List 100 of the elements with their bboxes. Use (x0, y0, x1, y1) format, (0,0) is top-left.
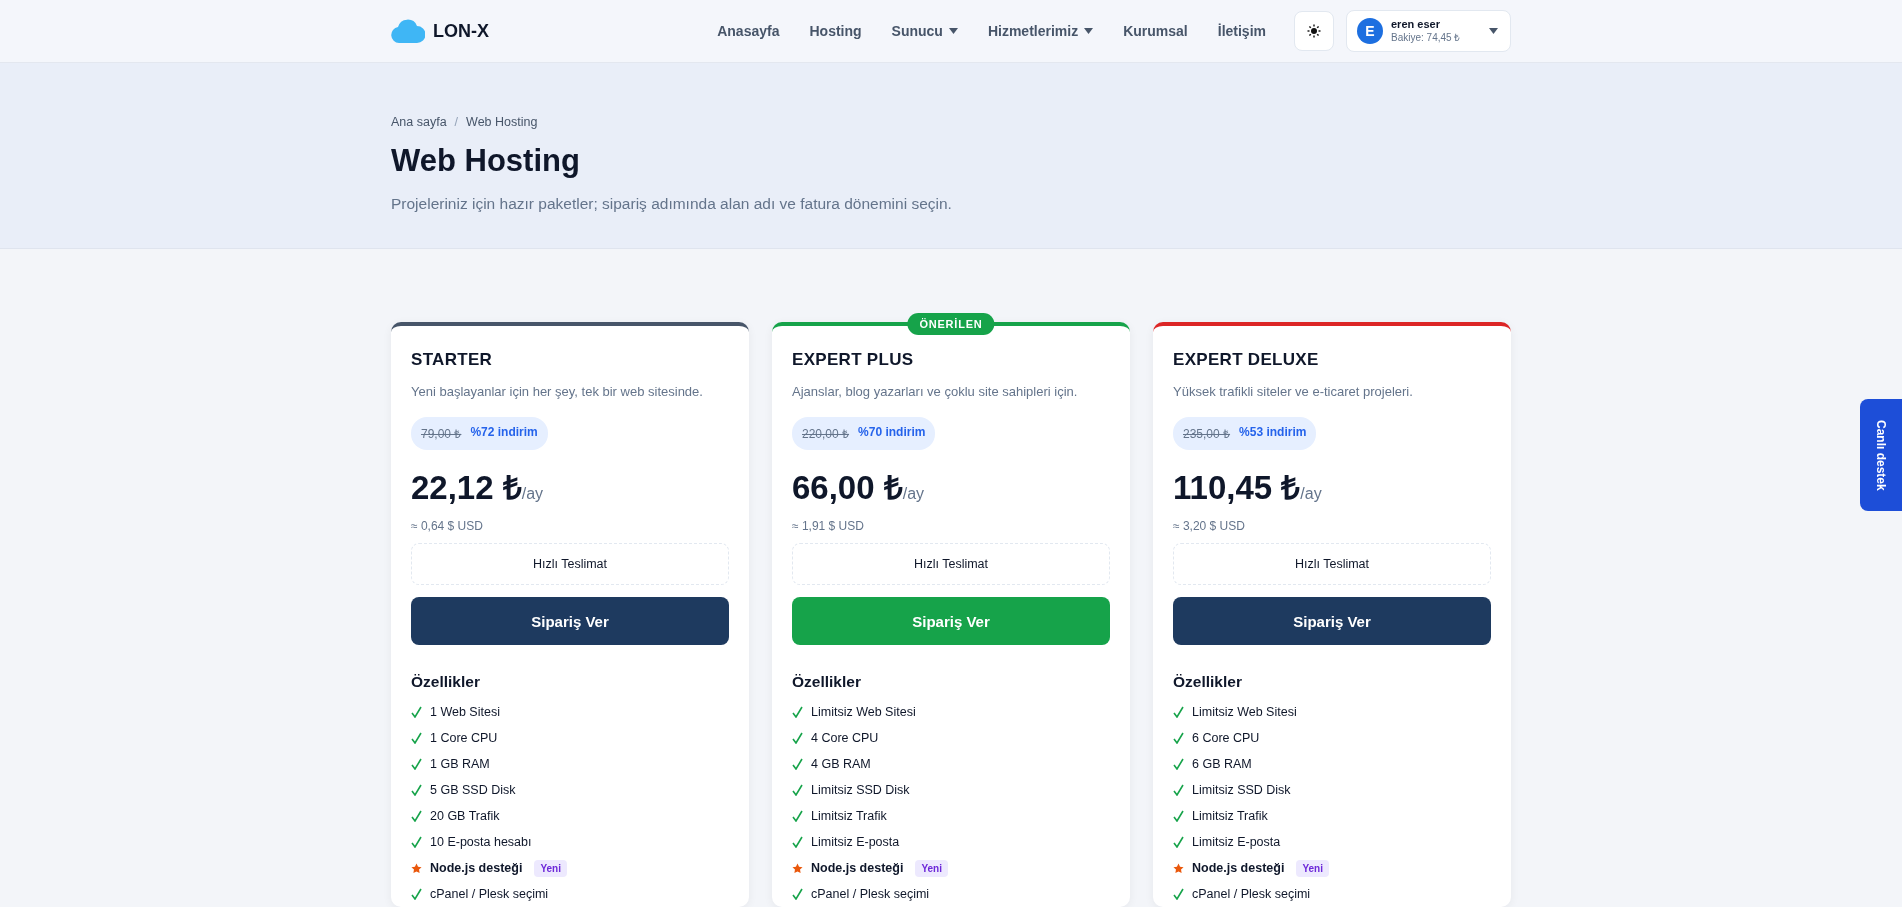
check-icon (792, 732, 803, 744)
check-icon (411, 810, 422, 822)
check-icon (792, 888, 803, 900)
feature-text: Limitsiz E-posta (1192, 835, 1281, 849)
caret-icon (1489, 28, 1498, 34)
feature-text: cPanel / Plesk seçimi (430, 887, 549, 901)
feature-text: Limitsiz Web Sitesi (1192, 705, 1297, 719)
logo-text: LON-X (433, 20, 489, 42)
feature-text: 10 E-posta hesabı (430, 835, 532, 849)
price-period: /ay (902, 485, 925, 503)
check-icon (1173, 888, 1184, 900)
caret-icon (948, 28, 958, 34)
plan-description: Yüksek trafikli siteler ve e-ticaret projeleri. (1173, 384, 1414, 399)
feature-text: 1 Core CPU (430, 731, 498, 745)
star-icon (411, 862, 422, 874)
feature-text: Limitsiz SSD Disk (811, 783, 910, 797)
feature-text: 1 GB RAM (430, 757, 490, 771)
plan-price: 66,00 ₺ (792, 468, 903, 508)
features-title: Özellikler (1173, 673, 1243, 691)
feature-text: Node.js desteği (811, 861, 904, 875)
live-support-tab[interactable]: Canlı destek (1860, 399, 1902, 511)
theme-toggle-button[interactable] (1294, 11, 1334, 51)
delivery-label: Hızlı Teslimat (792, 543, 1110, 585)
nav-link[interactable]: Hizmetlerimiz (987, 23, 1094, 39)
usd-price: ≈ 0,64 $ USD (411, 519, 484, 533)
feature-text: 1 Web Sitesi (430, 705, 500, 719)
old-price: 235,00 ₺ (1183, 426, 1231, 442)
old-price: 79,00 ₺ (421, 426, 462, 442)
check-icon (411, 888, 422, 900)
breadcrumb-current: Web Hosting (466, 115, 538, 129)
user-avatar: E (1357, 18, 1383, 44)
check-icon (1173, 836, 1184, 848)
page-title: Web Hosting (391, 143, 581, 179)
price-period: /ay (1300, 485, 1322, 503)
plan-price: 22,12 ₺ (411, 468, 522, 508)
feature-text: 4 Core CPU (811, 731, 879, 745)
user-name: eren eser (1391, 18, 1441, 30)
plan-description: Yeni başlayanlar için her şey, tek bir web sitesinde. (411, 384, 704, 399)
plan-price: 110,45 ₺ (1173, 468, 1301, 508)
check-icon (1173, 732, 1184, 744)
user-balance: Bakiye: 74,45 ₺ (1391, 31, 1462, 44)
feature-text: 6 Core CPU (1192, 731, 1260, 745)
check-icon (1173, 810, 1184, 822)
features-title: Özellikler (792, 673, 862, 691)
feature-text: cPanel / Plesk seçimi (811, 887, 930, 901)
plan-name: EXPERT PLUS (792, 350, 915, 370)
new-badge: Yeni (915, 859, 948, 877)
caret-icon (1084, 28, 1094, 34)
discount-text: %72 indirim (470, 425, 538, 441)
plan-description: Ajanslar, blog yazarları ve çoklu site sahipleri için. (792, 384, 1079, 399)
feature-text: Limitsiz E-posta (811, 835, 900, 849)
usd-price: ≈ 1,91 $ USD (792, 519, 865, 533)
delivery-label: Hızlı Teslimat (1173, 543, 1491, 585)
check-icon (792, 706, 803, 718)
order-button[interactable]: Sipariş Ver (411, 597, 729, 645)
check-icon (792, 758, 803, 770)
feature-text: 20 GB Trafik (430, 809, 500, 823)
new-badge: Yeni (1296, 859, 1329, 877)
features-title: Özellikler (411, 673, 481, 691)
nav-link[interactable]: Hosting (809, 23, 862, 39)
feature-text: Node.js desteği (1192, 861, 1285, 875)
breadcrumb-link[interactable]: Ana sayfa (391, 115, 447, 129)
check-icon (1173, 706, 1184, 718)
feature-text: 6 GB RAM (1192, 757, 1252, 771)
feature-text: cPanel / Plesk seçimi (1192, 887, 1311, 901)
usd-price: ≈ 3,20 $ USD (1173, 519, 1246, 533)
feature-text: 5 GB SSD Disk (430, 783, 516, 797)
plan-name: STARTER (411, 350, 494, 370)
price-period: /ay (521, 485, 544, 503)
nav-link[interactable]: Kurumsal (1123, 23, 1188, 39)
check-icon (411, 758, 422, 770)
star-icon (1173, 862, 1184, 874)
cloud-icon (391, 19, 425, 43)
plan-name: EXPERT DELUXE (1173, 350, 1320, 370)
nav-link[interactable]: Sunucu (891, 23, 958, 39)
user-menu[interactable]: E eren eser Bakiye: 74,45 ₺ (1346, 10, 1511, 52)
old-price: 220,00 ₺ (802, 426, 850, 442)
check-icon (1173, 784, 1184, 796)
feature-text: Limitsiz SSD Disk (1192, 783, 1291, 797)
check-icon (411, 732, 422, 744)
check-icon (1173, 758, 1184, 770)
check-icon (792, 784, 803, 796)
feature-text: Limitsiz Trafik (1192, 809, 1268, 823)
nav-link[interactable]: Anasayfa (717, 23, 780, 39)
check-icon (792, 836, 803, 848)
sun-icon (1307, 24, 1321, 38)
delivery-label: Hızlı Teslimat (411, 543, 729, 585)
discount-text: %53 indirim (1239, 425, 1307, 441)
star-icon (792, 862, 803, 874)
feature-text: Node.js desteği (430, 861, 523, 875)
feature-text: 4 GB RAM (811, 757, 871, 771)
feature-text: Limitsiz Trafik (811, 809, 887, 823)
nav-link[interactable]: İletişim (1217, 23, 1266, 39)
page-subtitle: Projeleriniz için hazır paketler; sipariş adımında alan adı ve fatura dönemini seçin. (391, 195, 953, 213)
check-icon (411, 784, 422, 796)
check-icon (411, 706, 422, 718)
order-button[interactable]: Sipariş Ver (1173, 597, 1491, 645)
recommended-badge: ÖNERİLEN (907, 313, 995, 335)
discount-text: %70 indirim (858, 425, 926, 441)
check-icon (792, 810, 803, 822)
